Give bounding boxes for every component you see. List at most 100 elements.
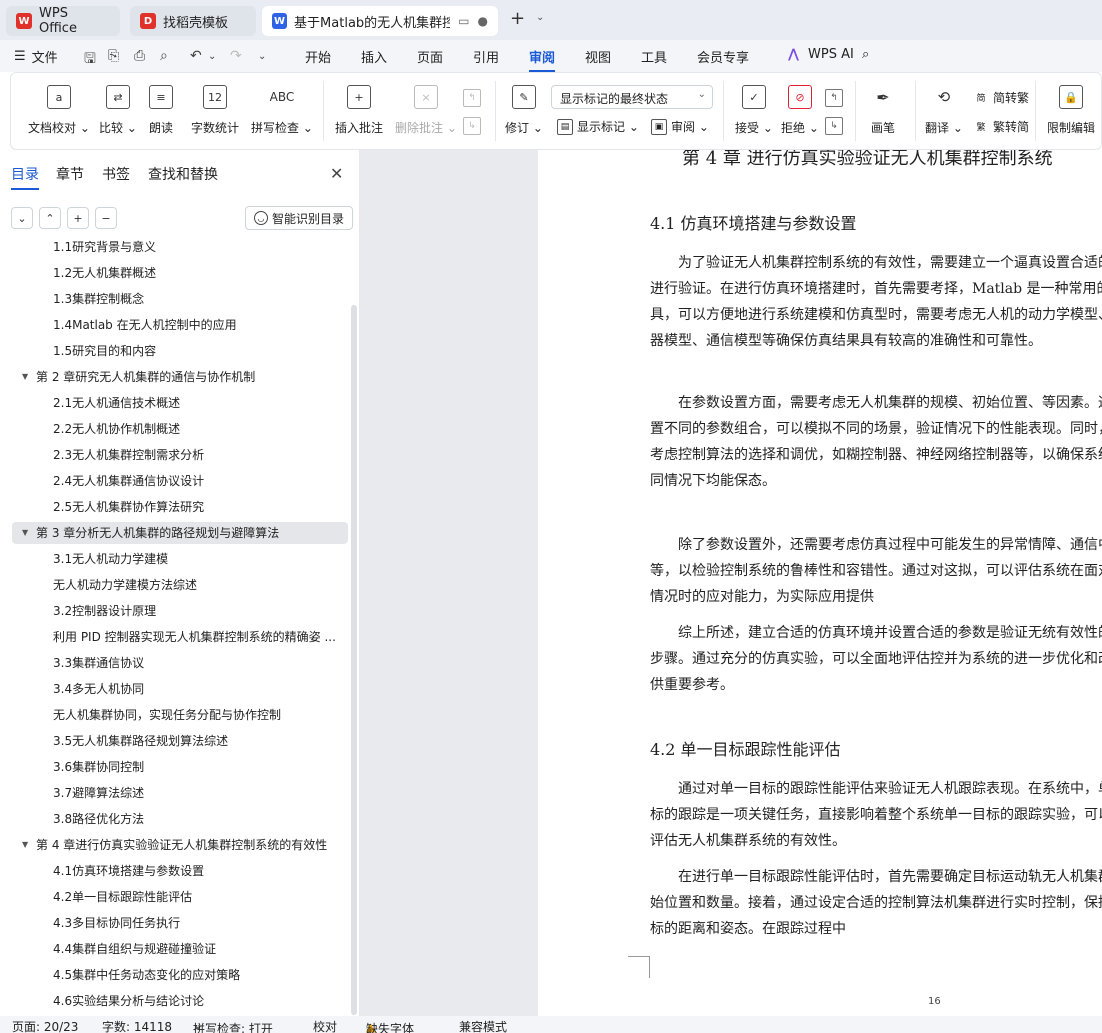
expand-triangle-icon[interactable]: ▼ — [22, 366, 28, 388]
tab-window-icon[interactable]: ▭ — [458, 14, 469, 28]
status-page[interactable]: 页面: 20/23 — [12, 1018, 78, 1033]
doc-proof-button[interactable]: a 文档校对 ⌄ — [28, 85, 90, 136]
translate-button[interactable]: ⟲ 翻译 ⌄ — [925, 85, 963, 136]
ink-button[interactable]: ✒ 画笔 — [871, 85, 895, 136]
file-menu[interactable]: ☰ 文件 — [14, 47, 58, 66]
toc-section-item[interactable]: 4.4集群自组织与规避碰撞验证 — [12, 938, 348, 960]
read-aloud-button[interactable]: ≡ 朗读 — [149, 85, 173, 136]
markup-state-select[interactable]: 显示标记的最终状态 ⌄ — [551, 85, 713, 109]
spell-check-button[interactable]: ABC 拼写检查 ⌄ — [251, 85, 313, 136]
toc-section-item[interactable]: 3.2控制器设计原理 — [12, 600, 348, 622]
accept-button[interactable]: ✓ 接受 ⌄ — [735, 85, 773, 136]
close-icon[interactable]: ✕ — [330, 164, 343, 183]
toc-section-item[interactable]: 3.7避障算法综述 — [12, 782, 348, 804]
toc-section-item[interactable]: 4.6实验结果分析与结论讨论 — [12, 990, 348, 1012]
menu-home[interactable]: 开始 — [305, 47, 331, 66]
print-icon[interactable]: ⎙ — [134, 48, 145, 64]
status-word-count[interactable]: 字数: 14118 — [102, 1018, 172, 1033]
toc-chapter-item[interactable]: ▼ 第 3 章分析无人机集群的路径规划与避障算法 — [12, 522, 348, 544]
tab-sections[interactable]: 章节 — [56, 164, 84, 184]
next-change-icon[interactable]: ↳ — [825, 117, 843, 135]
toc-section-item[interactable]: 3.3集群通信协议 — [12, 652, 348, 674]
tab-find-replace[interactable]: 查找和替换 — [148, 164, 218, 184]
menu-review[interactable]: 审阅 — [529, 47, 556, 72]
menu-member[interactable]: 会员专享 — [697, 47, 749, 66]
simplified-to-traditional-button[interactable]: 简 简转繁 — [973, 89, 1029, 106]
menu-wps-ai[interactable]: WPS AI — [808, 47, 854, 62]
new-tab-dropdown-icon[interactable]: ⌄ — [536, 12, 544, 23]
menu-insert[interactable]: 插入 — [361, 47, 387, 66]
menu-tools[interactable]: 工具 — [641, 47, 667, 66]
wps-ai-logo-icon[interactable]: ⋀ — [788, 47, 799, 62]
toc-section-item[interactable]: 1.3集群控制概念 — [12, 288, 348, 310]
toc-scrollbar[interactable] — [351, 305, 357, 1015]
expand-triangle-icon[interactable]: ▼ — [22, 834, 28, 856]
more-dropdown-icon[interactable]: ⌄ — [258, 51, 266, 62]
toc-chapter-item[interactable]: ▼ 第 4 章进行仿真实验验证无人机集群控制系统的有效性 — [12, 834, 348, 856]
toc-section-item[interactable]: 4.5集群中任务动态变化的应对策略 — [12, 964, 348, 986]
toc-section-item[interactable]: 无人机集群协同，实现任务分配与协作控制 — [12, 704, 348, 726]
delete-comment-button[interactable]: × 删除批注 ⌄ — [395, 85, 457, 136]
toc-section-item[interactable]: 2.1无人机通信技术概述 — [12, 392, 348, 414]
menu-reference[interactable]: 引用 — [473, 47, 499, 66]
remove-heading-button[interactable]: − — [95, 207, 117, 229]
toc-chapter-item[interactable]: ▼ 第 2 章研究无人机集群的通信与协作机制 — [12, 366, 348, 388]
compare-button[interactable]: ⇄ 比较 ⌄ — [99, 85, 137, 136]
toc-section-item[interactable]: 1.1研究背景与意义 — [12, 240, 348, 258]
save-icon[interactable]: 🖫 — [84, 48, 96, 72]
document-page[interactable]: 第 4 章 进行仿真实验验证无人机集群控制系统 4.1 仿真环境搭建与参数设置 … — [538, 150, 1102, 1016]
toc-section-item[interactable]: 3.4多无人机协同 — [12, 678, 348, 700]
new-tab-plus-icon[interactable]: + — [510, 8, 525, 29]
tab-unsaved-dot-icon[interactable]: ● — [478, 14, 488, 28]
toc-section-item[interactable]: 利用 PID 控制器实现无人机集群控制系统的精确姿 ... — [12, 626, 348, 648]
restrict-edit-button[interactable]: 🔒 限制编辑 — [1047, 85, 1095, 136]
export-pdf-icon[interactable]: ⎘ — [108, 48, 119, 64]
prev-change-icon[interactable]: ↰ — [825, 89, 843, 107]
undo-dropdown-icon[interactable]: ⌄ — [208, 51, 216, 62]
tab-bookmarks[interactable]: 书签 — [102, 164, 130, 184]
show-markup-button[interactable]: ▤ 显示标记 ⌄ — [557, 118, 639, 135]
toc-section-item[interactable]: 3.1无人机动力学建模 — [12, 548, 348, 570]
insert-comment-button[interactable]: + 插入批注 — [335, 85, 383, 136]
document-area: 第 4 章 进行仿真实验验证无人机集群控制系统 4.1 仿真环境搭建与参数设置 … — [360, 150, 1102, 1016]
toc-section-item[interactable]: 3.8路径优化方法 — [12, 808, 348, 830]
toc-section-item[interactable]: 2.3无人机集群控制需求分析 — [12, 444, 348, 466]
toc-section-item[interactable]: 3.5无人机集群路径规划算法综述 — [12, 730, 348, 752]
toc-section-item[interactable]: 无人机动力学建模方法综述 — [12, 574, 348, 596]
menu-page[interactable]: 页面 — [417, 47, 443, 66]
review-pane-button[interactable]: ▣ 审阅 ⌄ — [651, 118, 709, 135]
toc-section-item[interactable]: 2.5无人机集群协作算法研究 — [12, 496, 348, 518]
traditional-to-simplified-button[interactable]: 繁 繁转简 — [973, 118, 1029, 135]
prev-comment-icon[interactable]: ↰ — [463, 89, 481, 107]
undo-icon[interactable]: ↶ — [190, 48, 202, 64]
search-icon[interactable]: ⌕ — [862, 47, 869, 62]
expand-down-button[interactable]: ⌄ — [11, 207, 33, 229]
next-comment-icon[interactable]: ↳ — [463, 117, 481, 135]
toc-section-item[interactable]: 4.3多目标协同任务执行 — [12, 912, 348, 934]
toc-section-item[interactable]: 3.6集群协同控制 — [12, 756, 348, 778]
expand-triangle-icon[interactable]: ▼ — [22, 522, 28, 544]
word-count-button[interactable]: 12 字数统计 — [191, 85, 239, 136]
redo-icon[interactable]: ↷ — [230, 48, 242, 64]
print-preview-icon[interactable]: ⌕ — [160, 48, 168, 64]
toc-section-item[interactable]: 2.4无人机集群通信协议设计 — [12, 470, 348, 492]
tab-toc[interactable]: 目录 — [11, 164, 39, 190]
smart-toc-button[interactable]: ◡ 智能识别目录 — [245, 206, 354, 230]
add-heading-button[interactable]: + — [67, 207, 89, 229]
collapse-up-button[interactable]: ⌃ — [39, 207, 61, 229]
status-compat-mode[interactable]: 兼容模式 — [459, 1018, 507, 1033]
tab-wps-office[interactable]: W WPS Office — [6, 6, 120, 36]
toc-section-item[interactable]: 4.1仿真环境搭建与参数设置 — [12, 860, 348, 882]
reject-button[interactable]: ⊘ 拒绝 ⌄ — [781, 85, 819, 136]
toc-section-item[interactable]: 1.2无人机集群概述 — [12, 262, 348, 284]
revise-button[interactable]: ✎ 修订 ⌄ — [505, 85, 543, 136]
status-proof[interactable]: 校对 — [313, 1018, 337, 1033]
toc-section-item[interactable]: 1.5研究目的和内容 — [12, 340, 348, 362]
tab-docer-templates[interactable]: D 找稻壳模板 — [130, 6, 256, 36]
status-spell-check[interactable]: 拼写检查: 打开 ⌄ — [193, 1018, 273, 1033]
toc-section-item[interactable]: 4.2单一目标跟踪性能评估 — [12, 886, 348, 908]
tab-current-document[interactable]: W 基于Matlab的无人机集群控制 ▭ ● — [262, 6, 498, 36]
toc-section-item[interactable]: 2.2无人机协作机制概述 — [12, 418, 348, 440]
menu-view[interactable]: 视图 — [585, 47, 611, 66]
toc-section-item[interactable]: 1.4Matlab 在无人机控制中的应用 — [12, 314, 348, 336]
